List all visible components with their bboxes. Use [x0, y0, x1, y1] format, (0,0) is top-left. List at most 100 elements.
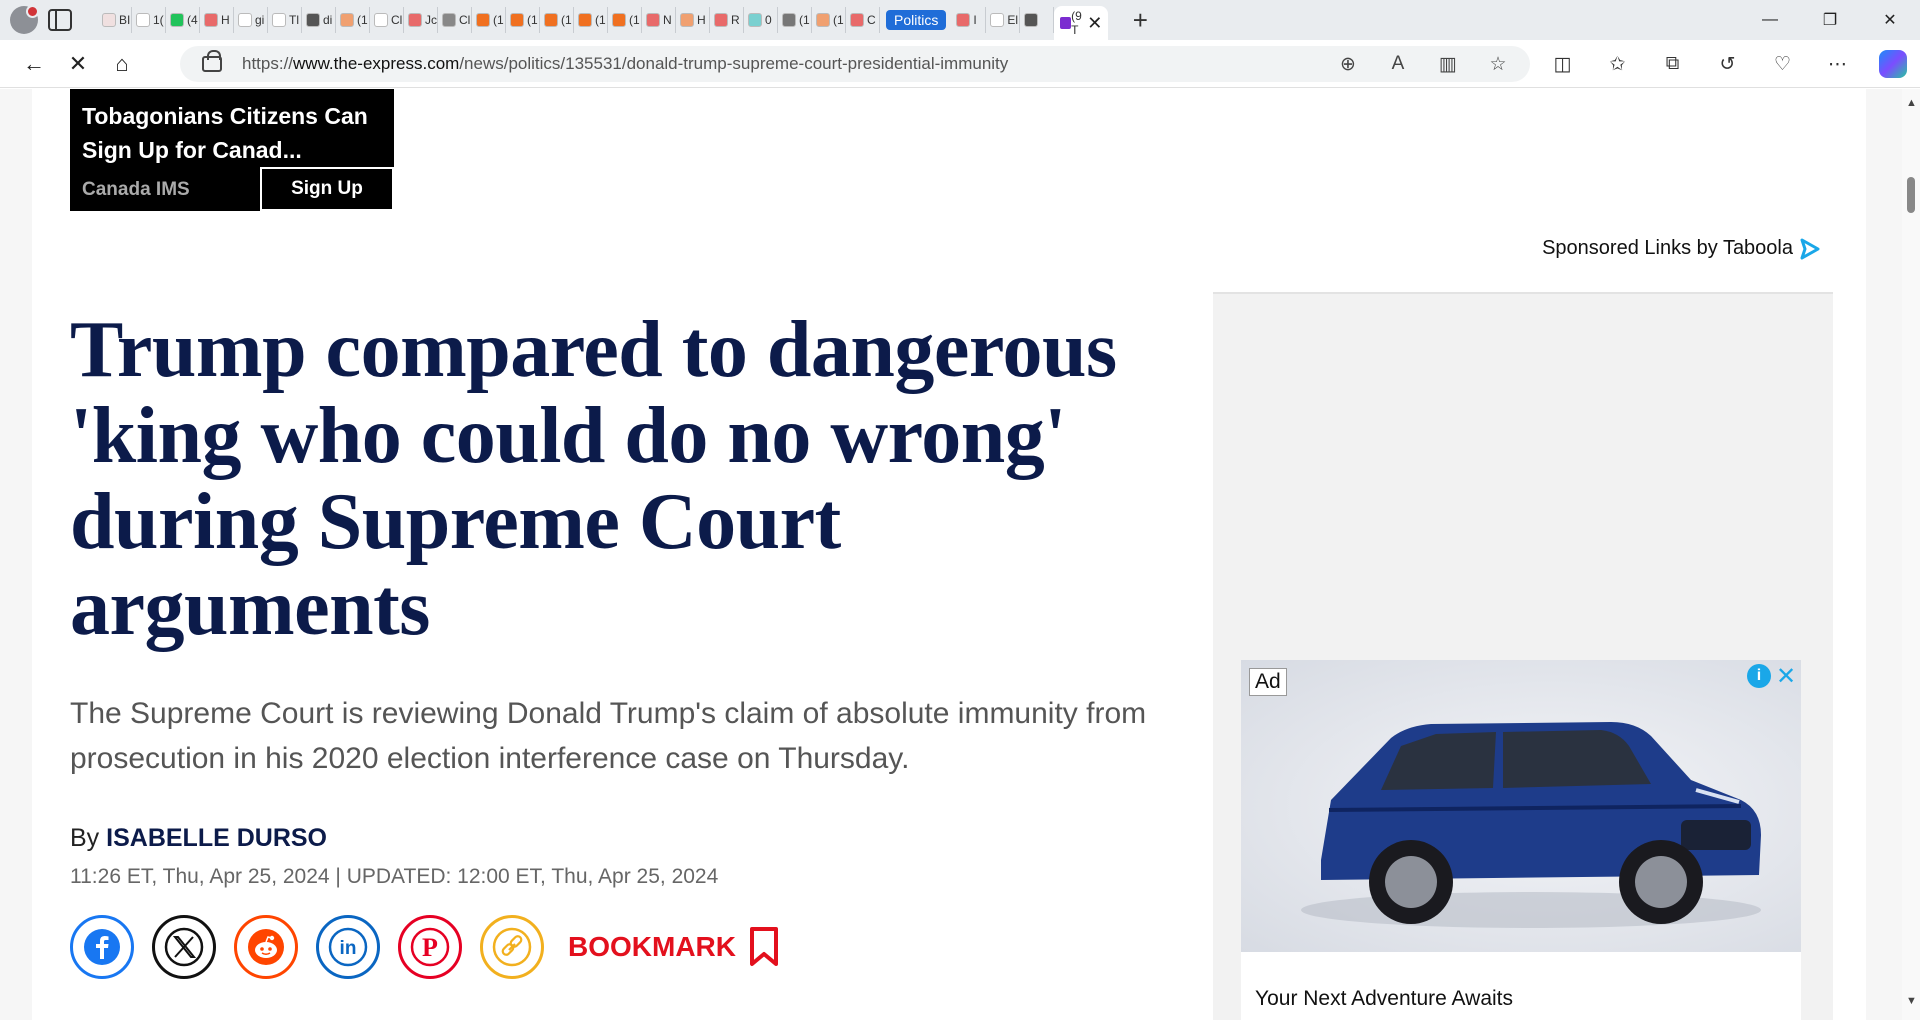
pinterest-share-button[interactable]: P: [398, 915, 462, 979]
scroll-down-arrow-icon[interactable]: ▼: [1906, 995, 1917, 1007]
tab-favicon-icon: [442, 13, 456, 27]
article-page: Tobagonians Citizens Can Sign Up for Can…: [32, 89, 1866, 1020]
tab-title: di: [323, 13, 333, 27]
tab-8[interactable]: Cl: [370, 7, 404, 33]
split-screen-icon[interactable]: ◫: [1535, 40, 1590, 88]
browser-essentials-icon[interactable]: ♡: [1755, 40, 1810, 88]
x-share-button[interactable]: [152, 915, 216, 979]
tab-favicon-icon: [578, 13, 592, 27]
tab-7[interactable]: (1: [336, 7, 370, 33]
immersive-reader-icon[interactable]: ▥: [1434, 53, 1462, 76]
bookmark-button[interactable]: BOOKMARK: [568, 926, 780, 968]
ad-caption[interactable]: Your Next Adventure Awaits: [1255, 987, 1513, 1011]
tab-15[interactable]: (1: [608, 7, 642, 33]
tab-21[interactable]: (1: [812, 7, 846, 33]
tab-1[interactable]: 1(: [132, 7, 166, 33]
linkedin-share-button[interactable]: in: [316, 915, 380, 979]
tab-favicon-icon: [956, 13, 971, 27]
top-native-ad[interactable]: Tobagonians Citizens Can Sign Up for Can…: [70, 89, 394, 211]
tab-6[interactable]: di: [302, 7, 336, 33]
tab-19[interactable]: 0: [744, 7, 778, 33]
tab-10[interactable]: Cl: [438, 7, 472, 33]
tab-14[interactable]: (1: [574, 7, 608, 33]
tab-13[interactable]: (1: [540, 7, 574, 33]
browser-toolbar: ← ✕ ⌂ https://www.the-express.com/news/p…: [0, 40, 1920, 88]
lock-icon[interactable]: [202, 50, 222, 72]
tab-20[interactable]: (1: [778, 7, 812, 33]
tab-4[interactable]: gi: [234, 7, 268, 33]
address-bar[interactable]: https://www.the-express.com/news/politic…: [180, 46, 1530, 82]
tab-actions-icon[interactable]: [48, 9, 72, 31]
pinterest-icon: P: [410, 927, 450, 967]
top-ad-text[interactable]: Tobagonians Citizens Can Sign Up for Can…: [82, 99, 382, 167]
sidebar-display-ad[interactable]: Ad i ✕ Your Next Adventure Awaits: [1241, 660, 1801, 1020]
restore-button[interactable]: ❐: [1800, 0, 1860, 40]
tab-11[interactable]: (1: [472, 7, 506, 33]
minimize-button[interactable]: —: [1740, 0, 1800, 40]
author-link[interactable]: ISABELLE DURSO: [106, 824, 327, 852]
top-ad-signup-button[interactable]: Sign Up: [260, 167, 394, 211]
favorite-star-icon[interactable]: ☆: [1484, 53, 1512, 76]
tab-22[interactable]: C: [846, 7, 880, 33]
tab-favicon-icon: [306, 13, 320, 27]
facebook-share-button[interactable]: [70, 915, 134, 979]
ad-label: Ad: [1249, 668, 1287, 696]
tab-after-2[interactable]: [1020, 7, 1055, 33]
close-window-button[interactable]: ✕: [1860, 0, 1920, 40]
collections-icon[interactable]: ⧉: [1645, 40, 1700, 88]
new-tab-button[interactable]: +: [1124, 4, 1156, 36]
tab-title: BI: [119, 13, 131, 27]
page-scrollbar[interactable]: ▲ ▼: [1902, 89, 1920, 1020]
tab-favicon-icon: [782, 13, 796, 27]
tab-9[interactable]: Jc: [404, 7, 438, 33]
tab-politics[interactable]: Politics: [886, 10, 947, 30]
tab-after-0[interactable]: I: [952, 7, 987, 33]
taboola-logo-icon: [1800, 238, 1820, 259]
active-tab[interactable]: (9 T ✕: [1054, 6, 1109, 40]
tab-title: (1: [595, 13, 606, 27]
tab-title: (1: [833, 13, 844, 27]
bookmark-icon: [750, 927, 778, 966]
page-viewport: Tobagonians Citizens Can Sign Up for Can…: [0, 89, 1902, 1020]
back-icon[interactable]: ←: [14, 44, 54, 84]
tab-title: Jc: [425, 13, 437, 27]
tab-favicon-icon: [340, 13, 354, 27]
favorites-icon[interactable]: ✩: [1590, 40, 1645, 88]
tab-18[interactable]: R: [710, 7, 744, 33]
tab-favicon-icon: [510, 13, 524, 27]
tab-title: (1: [561, 13, 572, 27]
tab-3[interactable]: H: [200, 7, 234, 33]
tab-12[interactable]: (1: [506, 7, 540, 33]
scroll-up-arrow-icon[interactable]: ▲: [1906, 97, 1917, 109]
ad-close-icon[interactable]: ✕: [1774, 663, 1798, 690]
ad-info-icon[interactable]: i: [1747, 664, 1771, 688]
tab-title: Cl: [391, 13, 403, 27]
tab-favicon-icon: [238, 13, 252, 27]
tab-after-1[interactable]: El: [986, 7, 1021, 33]
read-aloud-icon[interactable]: A: [1384, 53, 1412, 75]
tab-favicon-icon: [544, 13, 558, 27]
stop-loading-icon[interactable]: ✕: [58, 44, 98, 84]
tab-17[interactable]: H: [676, 7, 710, 33]
tab-16[interactable]: N: [642, 7, 676, 33]
tab-strip: BI 1((4 Hgi Tl di (1 Cl Jc Cl (1 (1 (1 (1 (1 N H R 0 (1 (1 C…: [98, 0, 1109, 40]
history-icon[interactable]: ↺: [1700, 40, 1755, 88]
home-icon[interactable]: ⌂: [102, 44, 142, 84]
taboola-sponsored-links[interactable]: Sponsored Links by Taboola: [1542, 237, 1821, 260]
tab-0[interactable]: BI: [98, 7, 132, 33]
reddit-share-button[interactable]: [234, 915, 298, 979]
tab-title: El: [1007, 13, 1019, 27]
profile-avatar-icon[interactable]: [10, 5, 39, 34]
taboola-label[interactable]: Sponsored Links by Taboola: [1542, 237, 1793, 260]
copilot-button[interactable]: [1865, 40, 1920, 88]
zoom-icon[interactable]: ⊕: [1334, 53, 1362, 76]
tab-title: gi: [255, 13, 265, 27]
ad-car-image[interactable]: Ad i ✕: [1241, 660, 1801, 952]
close-tab-icon[interactable]: ✕: [1087, 13, 1102, 34]
scroll-thumb[interactable]: [1907, 177, 1915, 213]
tab-5[interactable]: Tl: [268, 7, 302, 33]
url-text[interactable]: https://www.the-express.com/news/politic…: [242, 54, 1008, 74]
copy-link-share-button[interactable]: [480, 915, 544, 979]
more-menu-icon[interactable]: ⋯: [1810, 40, 1865, 88]
tab-2[interactable]: (4: [166, 7, 200, 33]
